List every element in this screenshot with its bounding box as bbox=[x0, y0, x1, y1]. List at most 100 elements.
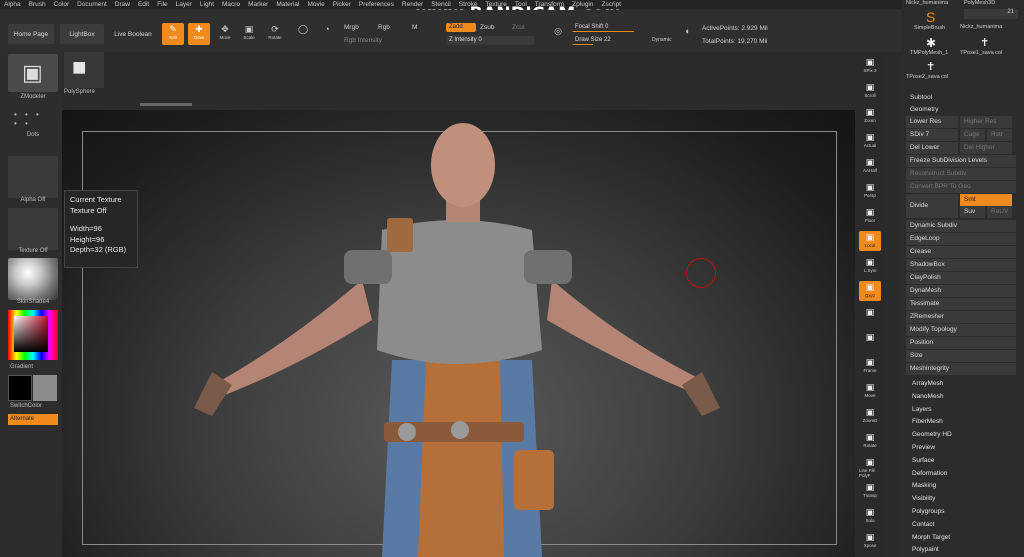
gizmo-button[interactable]: ◔ bbox=[316, 23, 338, 45]
main-color-swatch[interactable] bbox=[8, 375, 32, 401]
shelf-button-actual[interactable]: ▣ Actual bbox=[859, 131, 881, 151]
subtool-header[interactable]: Subtool bbox=[906, 92, 1016, 104]
menu-item-edit[interactable]: Edit bbox=[134, 1, 153, 8]
section-polygroups[interactable]: Polygroups bbox=[912, 508, 945, 515]
sdiv-slider[interactable]: SDiv 7 bbox=[906, 129, 958, 141]
shelf-button-solo[interactable]: ▣ Solo bbox=[859, 506, 881, 526]
section-preview[interactable]: Preview bbox=[912, 444, 935, 451]
rgb-intensity-slider[interactable]: Rgb Intensity bbox=[344, 37, 382, 44]
section-fibermesh[interactable]: FiberMesh bbox=[912, 418, 943, 425]
shelf-button-xpose[interactable]: ▣ Xpose bbox=[859, 531, 881, 551]
suv-toggle[interactable]: Suv bbox=[960, 206, 985, 218]
m-button[interactable]: M bbox=[412, 24, 417, 31]
shelf-button-floor[interactable]: ▣ Floor bbox=[859, 206, 881, 226]
subpanel-meshintegrity[interactable]: MeshIntegrity bbox=[906, 363, 1016, 375]
rgb-button[interactable]: Rgb bbox=[378, 24, 390, 31]
del-higher-button[interactable]: Del Higher bbox=[960, 142, 1012, 154]
menu-item-file[interactable]: File bbox=[153, 1, 171, 8]
convert-bpr-button[interactable]: Convert BPR To Geo bbox=[906, 181, 1016, 193]
menu-item-light[interactable]: Light bbox=[196, 1, 218, 8]
shelf-button-zoom[interactable]: ▣ Zoom bbox=[859, 106, 881, 126]
section-morph-target[interactable]: Morph Target bbox=[912, 534, 950, 541]
alpha-thumb[interactable] bbox=[8, 156, 58, 198]
material-thumb[interactable] bbox=[8, 258, 58, 300]
menu-item-alpha[interactable]: Alpha bbox=[0, 1, 25, 8]
subpanel-tessimate[interactable]: Tessimate bbox=[906, 298, 1016, 310]
shelf-button-frame[interactable]: ▣ Frame bbox=[859, 356, 881, 376]
section-masking[interactable]: Masking bbox=[912, 482, 936, 489]
scale-button[interactable]: ▣ Scale bbox=[238, 23, 260, 45]
smt-toggle[interactable]: Smt bbox=[960, 194, 1012, 206]
section-deformation[interactable]: Deformation bbox=[912, 470, 947, 477]
cage-button[interactable]: Cage bbox=[960, 129, 985, 141]
rstr-button[interactable]: Rstr bbox=[987, 129, 1012, 141]
tpose2-thumb[interactable]: ✝ TPose2_sava col bbox=[906, 60, 958, 84]
tmpolymesh-thumb[interactable]: ✱ TMPolyMesh_1 bbox=[906, 36, 958, 60]
shelf-button-line-fill-polyf[interactable]: ▣ Line Fill PolyF bbox=[859, 456, 881, 478]
menu-item-brush[interactable]: Brush bbox=[25, 1, 50, 8]
section-visibility[interactable]: Visibility bbox=[912, 495, 935, 502]
shelf-button-aahalf[interactable]: ▣ AAHalf bbox=[859, 156, 881, 176]
move-button[interactable]: ✥ Move bbox=[214, 23, 236, 45]
subpanel-position[interactable]: Position bbox=[906, 337, 1016, 349]
z-intensity-slider[interactable]: Z Intensity 0 bbox=[446, 36, 534, 45]
shelf-button-qxyz[interactable]: ▣ Qxyz bbox=[859, 281, 881, 301]
del-lower-button[interactable]: Del Lower bbox=[906, 142, 958, 154]
alternate-button[interactable]: Alternate bbox=[8, 414, 58, 425]
menu-item-draw[interactable]: Draw bbox=[111, 1, 134, 8]
draw-button[interactable]: ✚ Draw bbox=[188, 23, 210, 45]
tpose1-thumb[interactable]: ✝ TPose1_sava col bbox=[960, 36, 1018, 60]
edit-button[interactable]: ✎ Edit bbox=[162, 23, 184, 45]
material-sphere-button[interactable]: ◯ bbox=[292, 23, 314, 45]
menu-item-material[interactable]: Material bbox=[272, 1, 303, 8]
section-geometry-hd[interactable]: Geometry HD bbox=[912, 431, 952, 438]
lower-res-button[interactable]: Lower Res bbox=[906, 116, 958, 128]
zcut-button[interactable]: Zcut bbox=[512, 24, 525, 31]
zmodeler-brush-thumb[interactable]: ▣ bbox=[8, 54, 58, 92]
menu-item-movie[interactable]: Movie bbox=[303, 1, 328, 8]
section-contact[interactable]: Contact bbox=[912, 521, 934, 528]
shelf-button-scroll[interactable]: ▣ Scroll bbox=[859, 81, 881, 101]
dynamic-toggle[interactable]: Dynamic bbox=[652, 37, 671, 43]
divide-button[interactable]: Divide bbox=[906, 194, 958, 218]
menu-item-color[interactable]: Color bbox=[50, 1, 74, 8]
reconstruct-subdiv-button[interactable]: Reconstruct Subdiv bbox=[906, 168, 1016, 180]
shelf-button-slot-10[interactable]: ▣ bbox=[859, 306, 881, 326]
texture-thumb[interactable] bbox=[8, 208, 58, 250]
menu-item-layer[interactable]: Layer bbox=[172, 1, 196, 8]
dots-stroke-icon[interactable]: • • • • • bbox=[14, 110, 52, 132]
menu-item-document[interactable]: Document bbox=[73, 1, 111, 8]
shelf-button-transp[interactable]: ▣ Transp bbox=[859, 481, 881, 501]
zadd-button[interactable]: Zadd bbox=[446, 23, 476, 32]
menu-item-picker[interactable]: Picker bbox=[329, 1, 355, 8]
section-nanomesh[interactable]: NanoMesh bbox=[912, 393, 943, 400]
shelf-button-zoomd[interactable]: ▣ ZoomD bbox=[859, 406, 881, 426]
zsub-button[interactable]: Zsub bbox=[480, 24, 494, 31]
subpanel-crease[interactable]: Crease bbox=[906, 246, 1016, 258]
freeze-subdiv-button[interactable]: Freeze SubDivision Levels bbox=[906, 155, 1016, 167]
subpanel-dynamesh[interactable]: DynaMesh bbox=[906, 285, 1016, 297]
color-picker[interactable] bbox=[8, 310, 58, 360]
subpanel-size[interactable]: Size bbox=[906, 350, 1016, 362]
subpanel-claypolish[interactable]: ClayPolish bbox=[906, 272, 1016, 284]
scroll-bar-top[interactable] bbox=[140, 103, 192, 106]
section-surface[interactable]: Surface bbox=[912, 457, 934, 464]
tool-slot-4[interactable]: Nickz_humanima bbox=[960, 24, 1002, 30]
rotate-button[interactable]: ⟳ Rotate bbox=[264, 23, 286, 45]
shelf-button-l-sym[interactable]: ▣ L.Sym bbox=[859, 256, 881, 276]
menu-item-macro[interactable]: Macro bbox=[218, 1, 244, 8]
subpanel-dynamic-subdiv[interactable]: Dynamic Subdiv bbox=[906, 220, 1016, 232]
subpanel-shadowbox[interactable]: ShadowBox bbox=[906, 259, 1016, 271]
subpanel-modify-topology[interactable]: Modify Topology bbox=[906, 324, 1016, 336]
shelf-button-spix-3[interactable]: ▣ SPix 3 bbox=[859, 56, 881, 76]
tool-slot-1[interactable]: Nickz_humanima bbox=[906, 0, 958, 8]
shelf-button-move[interactable]: ▣ Move bbox=[859, 381, 881, 401]
shelf-button-local[interactable]: ▣ Local bbox=[859, 231, 881, 251]
mrgb-button[interactable]: Mrgb bbox=[344, 24, 359, 31]
tool-slot-2[interactable]: PolyMesh3D bbox=[964, 0, 1020, 8]
section-arraymesh[interactable]: ArrayMesh bbox=[912, 380, 943, 387]
home-page-button[interactable]: Home Page bbox=[8, 24, 54, 44]
lightbox-button[interactable]: LightBox bbox=[60, 24, 104, 44]
secondary-color-swatch[interactable] bbox=[33, 375, 57, 401]
subpanel-zremesher[interactable]: ZRemesher bbox=[906, 311, 1016, 323]
